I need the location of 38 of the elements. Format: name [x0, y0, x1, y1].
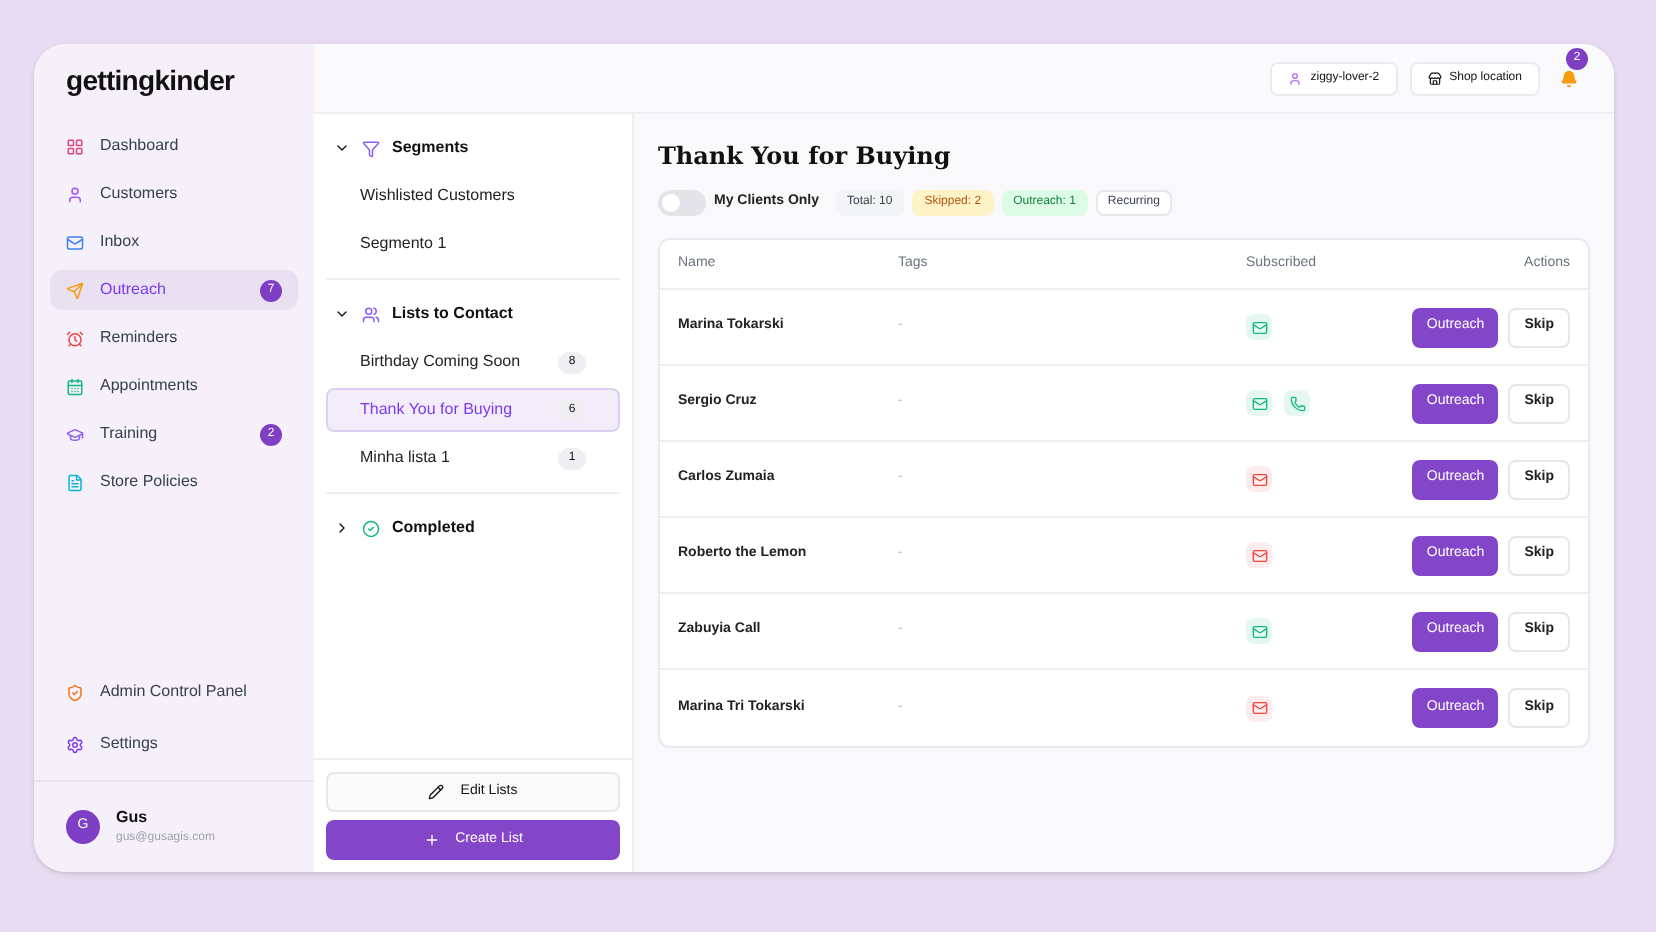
pencil-icon [428, 784, 445, 800]
nav-item[interactable]: Admin Control Panel [50, 672, 298, 712]
section-header[interactable]: Segments [326, 126, 620, 170]
nav-item[interactable]: Dashboard [50, 126, 298, 166]
section-icon [362, 519, 380, 537]
page-title: Thank You for Buying [658, 140, 953, 174]
nav-icon [66, 137, 84, 155]
chevron-down-icon [334, 306, 350, 322]
user-icon [1288, 71, 1303, 85]
store-icon [1427, 71, 1442, 85]
nav-item[interactable]: Inbox [50, 222, 298, 262]
plus-icon [423, 832, 440, 848]
section-header[interactable]: Completed [326, 506, 620, 550]
notification-bell-icon[interactable] [1560, 69, 1578, 87]
nav-icon [66, 233, 84, 251]
nav-icon [66, 377, 84, 395]
nav-item[interactable]: Customers [50, 174, 298, 214]
nav-icon [66, 425, 84, 443]
nav-item[interactable]: Appointments [50, 366, 298, 406]
section-header[interactable]: Lists to Contact [326, 292, 620, 336]
chevron-down-icon [334, 140, 350, 156]
chevron-right-icon [334, 520, 350, 536]
list-item[interactable]: Segmento 1 [326, 222, 620, 266]
logo: gettingkinder [64, 61, 237, 100]
nav-icon [66, 473, 84, 491]
nav-item[interactable]: Reminders [50, 318, 298, 358]
nav-icon [66, 683, 84, 701]
section-icon [362, 139, 380, 157]
nav-item[interactable]: Settings [50, 724, 298, 764]
nav-item[interactable]: Store Policies [50, 462, 298, 502]
nav-icon [66, 281, 84, 299]
section-icon [362, 305, 380, 323]
nav-icon [66, 329, 84, 347]
nav-icon [66, 185, 84, 203]
toggle-switch[interactable] [658, 190, 706, 216]
nav-icon [66, 735, 84, 753]
user-name: Gus [116, 806, 150, 830]
list-item[interactable]: Wishlisted Customers [326, 174, 620, 218]
